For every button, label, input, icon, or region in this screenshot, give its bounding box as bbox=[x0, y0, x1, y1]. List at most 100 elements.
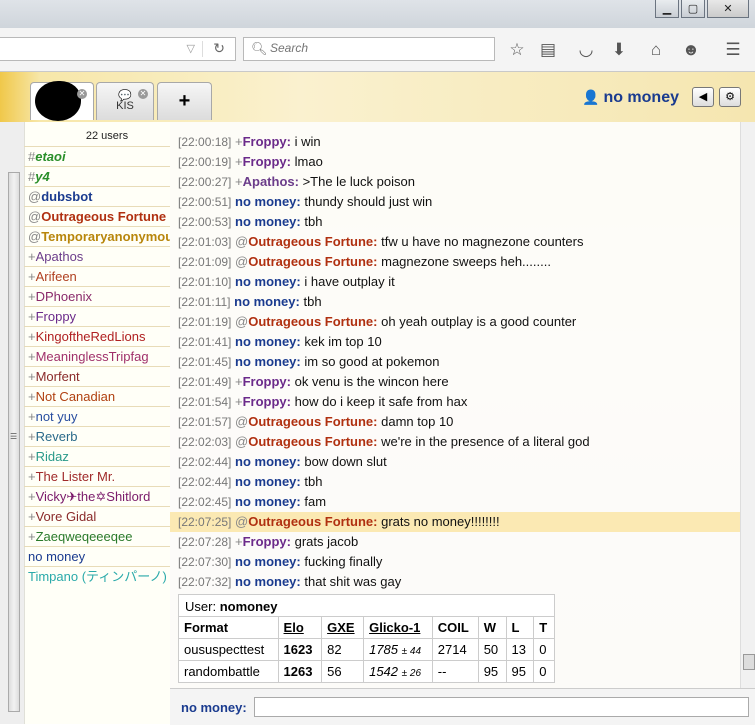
settings-button[interactable]: ⚙ bbox=[719, 87, 741, 107]
maximize-button[interactable]: ▢ bbox=[681, 0, 705, 18]
message-author[interactable]: no money: bbox=[235, 454, 301, 469]
chat-message: [22:00:27] +Apathos: >The le luck poison bbox=[170, 172, 740, 192]
message-author[interactable]: no money: bbox=[235, 494, 301, 509]
chat-scrollbar[interactable] bbox=[740, 122, 755, 688]
message-author[interactable]: Froppy: bbox=[243, 374, 291, 389]
message-author[interactable]: Outrageous Fortune: bbox=[248, 234, 377, 249]
message-author[interactable]: no money: bbox=[235, 214, 301, 229]
user-list-item[interactable]: +MeaninglessTripfag bbox=[24, 346, 170, 366]
url-separator bbox=[202, 41, 203, 57]
user-list-item[interactable]: +Froppy bbox=[24, 306, 170, 326]
user-list-item[interactable]: +KingoftheRedLions bbox=[24, 326, 170, 346]
message-text: bow down slut bbox=[304, 454, 387, 469]
user-list-item[interactable]: +Vicky✈the✡Shitlord bbox=[24, 486, 170, 506]
user-list-item[interactable]: +Morfent bbox=[24, 366, 170, 386]
message-author[interactable]: no money: bbox=[234, 294, 300, 309]
chat-message: [22:07:25] @Outrageous Fortune: grats no… bbox=[170, 512, 740, 532]
message-text: grats no money!!!!!!!! bbox=[381, 514, 500, 529]
user-list-item[interactable]: +Ridaz bbox=[24, 446, 170, 466]
pocket-icon[interactable]: ◡ bbox=[576, 40, 596, 60]
download-icon[interactable]: ⬇ bbox=[609, 40, 629, 60]
message-timestamp: [22:01:45] bbox=[178, 355, 232, 369]
message-author[interactable]: Froppy: bbox=[243, 534, 291, 549]
user-name: Zaeqweqeeeqee bbox=[35, 529, 133, 544]
chat-message: [22:00:53] no money: tbh bbox=[170, 212, 740, 232]
user-rank: @ bbox=[28, 189, 42, 204]
search-input[interactable] bbox=[268, 40, 472, 56]
new-tab-button[interactable]: + bbox=[157, 82, 212, 120]
current-user[interactable]: 👤 no money bbox=[582, 89, 679, 107]
user-list-item[interactable]: #y4 bbox=[24, 166, 170, 186]
user-name: Not Canadian bbox=[35, 389, 116, 404]
user-list-item[interactable]: #etaoi bbox=[24, 146, 170, 166]
user-list-item[interactable]: +Apathos bbox=[24, 246, 170, 266]
user-list-item[interactable]: Timpano (ティンパーノ) bbox=[24, 566, 170, 586]
user-name: MeaninglessTripfag bbox=[35, 349, 149, 364]
reader-icon[interactable]: ▤ bbox=[538, 40, 558, 60]
message-author[interactable]: no money: bbox=[235, 354, 301, 369]
user-list-item[interactable]: @Outrageous Fortune bbox=[24, 206, 170, 226]
user-list-item[interactable]: +not yuy bbox=[24, 406, 170, 426]
close-window-button[interactable]: ✕ bbox=[707, 0, 749, 18]
close-icon[interactable]: ✕ bbox=[77, 89, 87, 99]
stats-user-name: nomoney bbox=[219, 599, 278, 614]
user-list: 22 users #etaoi #y4 @dubsbot @Outrageous Fo… bbox=[24, 122, 171, 724]
chevron-down-icon[interactable]: ▽ bbox=[187, 42, 195, 55]
message-text: tfw u have no magnezone counters bbox=[381, 234, 584, 249]
user-rank: + bbox=[28, 289, 36, 304]
scrollbar-thumb[interactable] bbox=[8, 172, 20, 712]
message-author[interactable]: Outrageous Fortune: bbox=[248, 434, 377, 449]
minimize-button[interactable]: ▁ bbox=[655, 0, 679, 18]
search-bar[interactable]: 🔍︎ bbox=[243, 37, 495, 61]
message-author[interactable]: Outrageous Fortune: bbox=[248, 314, 377, 329]
message-author[interactable]: no money: bbox=[235, 554, 301, 569]
message-author[interactable]: Outrageous Fortune: bbox=[248, 514, 377, 529]
user-list-item[interactable]: +DPhoenix bbox=[24, 286, 170, 306]
message-author[interactable]: Froppy: bbox=[243, 394, 291, 409]
tab-home[interactable]: ✕ bbox=[30, 81, 94, 121]
chat-message: [22:01:54] +Froppy: how do i keep it saf… bbox=[170, 392, 740, 412]
user-list-item[interactable]: +Reverb bbox=[24, 426, 170, 446]
user-list-item[interactable]: @dubsbot bbox=[24, 186, 170, 206]
user-name: no money bbox=[28, 549, 86, 564]
message-rank: @ bbox=[235, 414, 249, 429]
menu-icon[interactable]: ☰ bbox=[723, 40, 743, 60]
smiley-icon[interactable]: ☻ bbox=[681, 40, 701, 60]
user-list-item[interactable]: +Zaeqweqeeeqee bbox=[24, 526, 170, 546]
userlist-scrollbar[interactable]: ☰ bbox=[0, 122, 25, 724]
stats-column-header: COIL bbox=[431, 616, 479, 639]
message-rank: + bbox=[235, 394, 243, 409]
message-timestamp: [22:00:53] bbox=[178, 215, 232, 229]
star-icon[interactable]: ☆ bbox=[507, 40, 527, 60]
message-rank: + bbox=[235, 134, 243, 149]
tab-kis[interactable]: 💬 KIS ✕ bbox=[96, 82, 154, 120]
url-bar[interactable]: ▽ ↻ bbox=[0, 37, 236, 61]
user-list-item[interactable]: +The Lister Mr. bbox=[24, 466, 170, 486]
message-author[interactable]: Froppy: bbox=[243, 154, 291, 169]
message-author[interactable]: no money: bbox=[235, 274, 301, 289]
user-list-item[interactable]: +Arifeen bbox=[24, 266, 170, 286]
message-author[interactable]: no money: bbox=[235, 194, 301, 209]
user-rank: + bbox=[28, 309, 36, 324]
message-author[interactable]: Outrageous Fortune: bbox=[248, 414, 377, 429]
reload-icon[interactable]: ↻ bbox=[213, 40, 225, 57]
user-list-item[interactable]: @Temporaryanonymous bbox=[24, 226, 170, 246]
message-author[interactable]: Froppy: bbox=[243, 134, 291, 149]
sound-button[interactable]: ◀ bbox=[692, 87, 714, 107]
close-icon[interactable]: ✕ bbox=[138, 89, 148, 99]
home-icon[interactable]: ⌂ bbox=[646, 40, 666, 60]
user-list-item[interactable]: no money bbox=[24, 546, 170, 566]
user-list-item[interactable]: +Vore Gidal bbox=[24, 506, 170, 526]
message-author[interactable]: no money: bbox=[235, 574, 301, 589]
message-author[interactable]: no money: bbox=[235, 474, 301, 489]
message-author[interactable]: no money: bbox=[235, 334, 301, 349]
message-text: ok venu is the wincon here bbox=[294, 374, 449, 389]
chat-input[interactable] bbox=[254, 697, 749, 717]
chat-message: [22:02:44] no money: bow down slut bbox=[170, 452, 740, 472]
user-name: Vore Gidal bbox=[35, 509, 97, 524]
message-author[interactable]: Outrageous Fortune: bbox=[248, 254, 377, 269]
scrollbar-thumb[interactable] bbox=[743, 654, 755, 670]
message-text: tbh bbox=[304, 474, 323, 489]
message-author[interactable]: Apathos: bbox=[243, 174, 299, 189]
user-list-item[interactable]: +Not Canadian bbox=[24, 386, 170, 406]
